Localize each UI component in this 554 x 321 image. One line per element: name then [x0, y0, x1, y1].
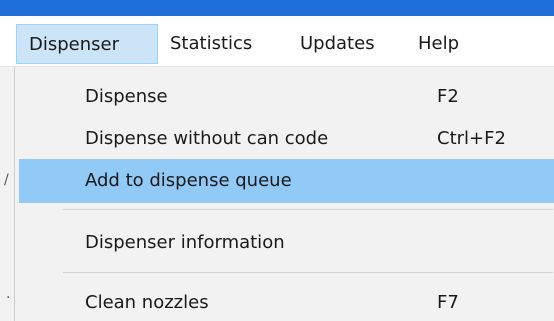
menu-updates[interactable]: Updates: [288, 24, 398, 64]
menu-help[interactable]: Help: [406, 24, 484, 64]
window-top-strip: [0, 0, 554, 16]
menu-item-dispense[interactable]: Dispense F2: [19, 75, 554, 119]
menu-item-label: Dispenser information: [85, 232, 285, 253]
menu-item-shortcut: Ctrl+F2: [437, 128, 506, 149]
menu-item-label: Add to dispense queue: [85, 170, 292, 191]
menu-item-dispense-without-can-code[interactable]: Dispense without can code Ctrl+F2: [19, 117, 554, 161]
background-edge-icon: ·: [6, 290, 11, 306]
menu-separator: [63, 209, 553, 210]
background-edge-icon: /: [4, 172, 9, 188]
menu-item-label: Dispense: [85, 86, 168, 107]
menu-item-clean-nozzles[interactable]: Clean nozzles F7: [19, 281, 554, 321]
menu-dispenser[interactable]: Dispenser: [16, 24, 158, 64]
menu-item-add-to-dispense-queue[interactable]: Add to dispense queue: [19, 159, 554, 203]
menu-item-label: Dispense without can code: [85, 128, 329, 149]
menu-item-label: Clean nozzles: [85, 292, 209, 313]
menu-bar: Dispenser Statistics Updates Help: [0, 16, 554, 67]
menu-statistics[interactable]: Statistics: [158, 24, 278, 64]
app-window: Dispenser Statistics Updates Help Dispen…: [0, 0, 554, 321]
dispenser-dropdown-menu: Dispense F2 Dispense without can code Ct…: [14, 67, 554, 321]
menu-item-dispenser-information[interactable]: Dispenser information: [19, 221, 554, 265]
menu-item-shortcut: F7: [437, 292, 459, 313]
menu-item-shortcut: F2: [437, 86, 459, 107]
menu-separator: [63, 272, 553, 273]
